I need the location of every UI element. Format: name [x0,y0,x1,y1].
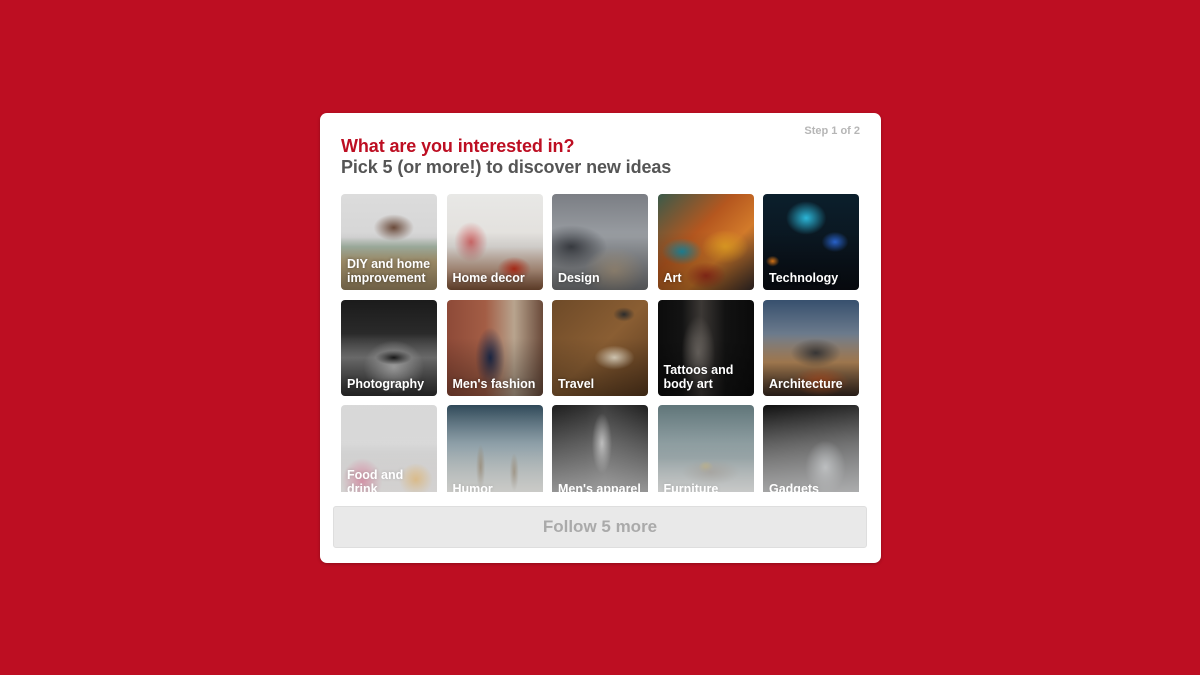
topic-tile-art[interactable]: Art [657,194,754,290]
topic-label: Men's fashion [452,376,536,391]
topic-tile-food-and-drink[interactable]: Food and drink [341,405,437,492]
topic-label: Design [558,271,600,285]
topic-label: Technology [769,271,839,285]
topic-label: Photography [347,376,425,391]
topic-tile-technology[interactable]: Technology [763,194,859,290]
modal-subtitle: Pick 5 (or more!) to discover new ideas [341,157,672,177]
topic-tile-design[interactable]: Design [552,194,648,290]
topic-label: Architecture [769,376,843,391]
topics-grid: DIY and home improvement Home decor Desi… [341,194,861,492]
topic-tile-tattoos[interactable]: Tattoos and body art [657,299,754,396]
interests-modal: Step 1 of 2 What are you interested in? … [320,113,881,563]
topic-tile-photography[interactable]: Photography [341,299,437,396]
topic-tile-mens-apparel[interactable]: Men's apparel [552,405,648,492]
topic-tile-diy[interactable]: DIY and home improvement [341,194,437,290]
topics-scroll-area[interactable]: DIY and home improvement Home decor Desi… [341,194,861,492]
topic-label: Art [663,271,682,285]
topic-tile-furniture[interactable]: Furniture [657,405,754,492]
topic-label: Men's apparel [558,482,641,492]
modal-title: What are you interested in? [341,136,575,156]
topic-tile-travel[interactable]: Travel [552,299,648,396]
topic-tile-mens-fashion[interactable]: Men's fashion [446,299,543,396]
topic-tile-gadgets[interactable]: Gadgets [763,405,859,492]
topic-label: Travel [558,376,595,391]
follow-more-button[interactable]: Follow 5 more [333,506,867,548]
topic-tile-humor[interactable]: Humor [446,405,543,492]
topic-label: Food and drink [347,468,404,492]
topic-tile-home-decor[interactable]: Home decor [446,194,543,290]
topic-label: Tattoos and body art [663,362,734,391]
topic-label: Furniture [663,482,719,492]
topic-label: DIY and home improvement [347,257,431,285]
topic-label: Humor [452,482,493,492]
topic-label: Home decor [452,271,525,285]
topic-label: Gadgets [769,482,820,492]
step-indicator: Step 1 of 2 [804,125,860,137]
topic-tile-architecture[interactable]: Architecture [763,299,859,396]
